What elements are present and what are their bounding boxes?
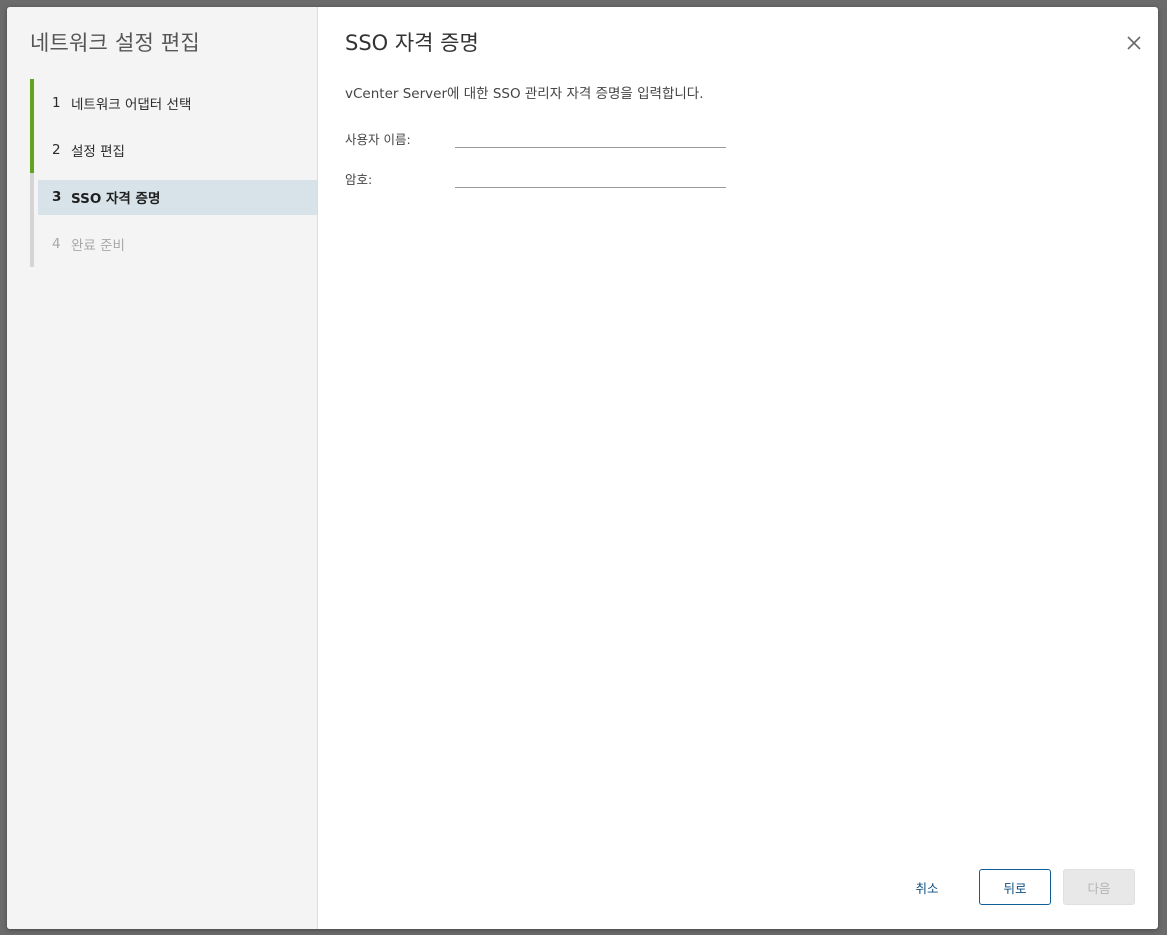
step-progress-bar: [30, 173, 34, 220]
cancel-button[interactable]: 취소: [891, 869, 963, 905]
edit-network-settings-dialog: 네트워크 설정 편집 1 네트워크 어댑터 선택 2 설정 편집 3 SSO 자…: [7, 7, 1158, 929]
wizard-steps: 1 네트워크 어댑터 선택 2 설정 편집 3 SSO 자격 증명 4 완료 준…: [30, 79, 317, 267]
step-number: 3: [52, 188, 62, 205]
wizard-footer: 취소 뒤로 다음: [891, 869, 1135, 905]
page-description: vCenter Server에 대한 SSO 관리자 자격 증명을 입력합니다.: [345, 86, 704, 102]
step-edit-settings[interactable]: 2 설정 편집: [30, 126, 317, 173]
step-number: 2: [52, 141, 61, 158]
wizard-title: 네트워크 설정 편집: [30, 31, 200, 55]
username-label: 사용자 이름:: [345, 132, 411, 147]
password-input[interactable]: [455, 165, 726, 188]
step-label: 완료 준비: [71, 237, 125, 254]
step-label: 네트워크 어댑터 선택: [71, 96, 192, 113]
page-title: SSO 자격 증명: [345, 31, 479, 55]
step-sso-credentials[interactable]: 3 SSO 자격 증명: [30, 173, 317, 220]
wizard-sidebar: 네트워크 설정 편집 1 네트워크 어댑터 선택 2 설정 편집 3 SSO 자…: [7, 7, 318, 929]
username-input[interactable]: [455, 125, 726, 148]
step-ready-to-complete: 4 완료 준비: [30, 220, 317, 267]
username-row: 사용자 이름:: [345, 125, 745, 149]
step-label: 설정 편집: [71, 143, 125, 160]
step-number: 4: [52, 235, 61, 252]
password-row: 암호:: [345, 165, 745, 189]
next-button[interactable]: 다음: [1063, 869, 1135, 905]
step-progress-bar: [30, 220, 34, 267]
wizard-content: SSO 자격 증명 vCenter Server에 대한 SSO 관리자 자격 …: [318, 7, 1158, 929]
password-label: 암호:: [345, 172, 373, 187]
step-number: 1: [52, 94, 61, 111]
step-progress-bar: [30, 79, 34, 126]
step-select-network-adapter[interactable]: 1 네트워크 어댑터 선택: [30, 79, 317, 126]
step-progress-bar: [30, 126, 34, 173]
close-icon[interactable]: [1124, 33, 1144, 53]
back-button[interactable]: 뒤로: [979, 869, 1051, 905]
step-label: SSO 자격 증명: [71, 190, 161, 207]
